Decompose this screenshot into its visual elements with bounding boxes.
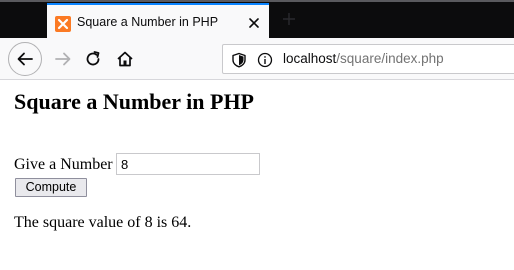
close-tab-icon[interactable] bbox=[246, 15, 262, 31]
info-icon[interactable] bbox=[257, 52, 273, 68]
url-text[interactable]: localhost/square/index.php bbox=[283, 51, 444, 66]
page-title: Square a Number in PHP bbox=[14, 89, 254, 114]
url-host: localhost bbox=[283, 51, 337, 66]
active-tab[interactable]: Square a Number in PHP bbox=[47, 3, 269, 38]
navigation-toolbar: localhost/square/index.php bbox=[0, 38, 514, 80]
reload-button[interactable] bbox=[76, 42, 110, 76]
shield-icon[interactable] bbox=[231, 52, 247, 68]
number-input[interactable] bbox=[116, 153, 260, 175]
tab-title: Square a Number in PHP bbox=[77, 15, 219, 29]
home-button[interactable] bbox=[108, 42, 142, 76]
forward-arrow-icon bbox=[55, 52, 71, 66]
window-top-edge bbox=[0, 0, 514, 2]
result-text: The square value of 8 is 64. bbox=[14, 214, 192, 231]
back-arrow-icon bbox=[17, 52, 33, 66]
compute-button[interactable]: Compute bbox=[15, 178, 87, 197]
xampp-icon bbox=[55, 16, 71, 32]
address-bar[interactable]: localhost/square/index.php bbox=[222, 44, 514, 74]
forward-button[interactable] bbox=[46, 42, 80, 76]
page-content: Square a Number in PHP Give a Number Com… bbox=[0, 80, 514, 270]
url-path: /square/index.php bbox=[336, 51, 444, 66]
home-icon bbox=[117, 51, 133, 67]
new-tab-icon[interactable] bbox=[282, 12, 296, 26]
back-button[interactable] bbox=[8, 42, 42, 76]
number-label: Give a Number bbox=[14, 156, 113, 173]
reload-icon bbox=[86, 51, 100, 66]
tab-strip: Square a Number in PHP bbox=[0, 0, 514, 38]
